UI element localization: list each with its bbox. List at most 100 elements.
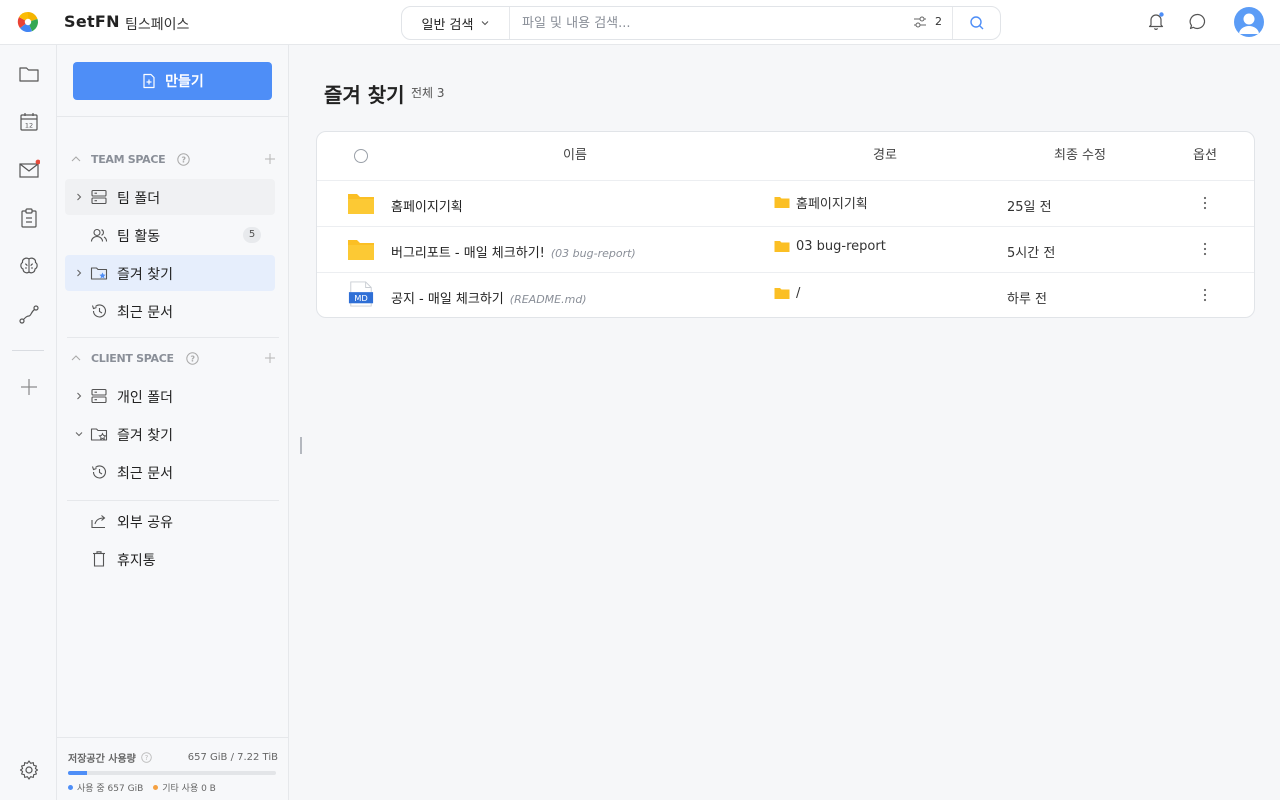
file-path[interactable]: / — [774, 286, 800, 301]
file-name[interactable]: 홈페이지기획 — [391, 196, 463, 215]
chevron-right-icon[interactable] — [75, 269, 83, 277]
calendar-icon[interactable]: 12 — [18, 111, 40, 133]
other-dot — [153, 785, 159, 790]
panel-resize-handle[interactable] — [300, 437, 302, 454]
help-icon[interactable]: ? — [177, 152, 191, 166]
svg-text:?: ? — [190, 354, 195, 363]
column-header-path[interactable]: 경로 — [873, 132, 897, 180]
sidebar-item-label: 팀 폴더 — [117, 191, 161, 207]
page-title: 즐겨 찾기 — [324, 83, 405, 107]
bell-icon[interactable] — [1146, 11, 1166, 31]
sidebar-item-external-share[interactable]: 외부 공유 — [65, 503, 275, 539]
chat-icon[interactable] — [1188, 12, 1208, 32]
sidebar: 만들기 TEAM SPACE ? 팀 폴더 팀 활동 5 즐겨 찾기 최근 문서… — [57, 45, 289, 800]
client-space-title: CLIENT SPACE — [91, 351, 174, 365]
divider — [67, 500, 279, 501]
chevron-right-icon[interactable] — [75, 193, 83, 201]
sidebar-item-client-favorites[interactable]: 즐겨 찾기 — [65, 416, 275, 452]
chevron-right-icon[interactable] — [75, 392, 83, 400]
file-path-text: 03 bug-report — [796, 239, 886, 254]
file-name-text: 홈페이지기획 — [391, 200, 463, 215]
folder-icon — [774, 241, 790, 252]
mail-icon[interactable] — [18, 159, 40, 181]
sidebar-item-team-activity[interactable]: 팀 활동 5 — [65, 217, 275, 253]
add-icon[interactable] — [18, 376, 40, 398]
column-header-name[interactable]: 이름 — [563, 132, 587, 180]
file-path[interactable]: 03 bug-report — [774, 239, 886, 254]
sidebar-item-favorites[interactable]: 즐겨 찾기 — [65, 255, 275, 291]
sidebar-item-trash[interactable]: 휴지통 — [65, 541, 275, 577]
sidebar-item-label: 개인 폴더 — [117, 390, 173, 406]
clipboard-icon[interactable] — [18, 207, 40, 229]
server-icon — [91, 388, 107, 404]
sidebar-item-team-folder[interactable]: 팀 폴더 — [65, 179, 275, 215]
team-space-header[interactable]: TEAM SPACE ? — [71, 149, 276, 169]
client-space-header[interactable]: CLIENT SPACE ? — [71, 348, 276, 368]
search-bar: 일반 검색 2 — [401, 6, 1001, 40]
filter-button[interactable]: 2 — [913, 15, 942, 28]
storage-legend: 사용 중 657 GiB 기타 사용 0 B — [68, 781, 216, 794]
sidebar-item-client-recent[interactable]: 최근 문서 — [65, 454, 275, 490]
chevron-up-icon[interactable] — [71, 353, 81, 363]
modified-time: 5시간 전 — [1007, 246, 1056, 261]
more-options-icon[interactable] — [1197, 241, 1213, 257]
help-icon[interactable]: ? — [141, 752, 152, 763]
sidebar-item-label: 즐겨 찾기 — [117, 267, 173, 283]
file-name[interactable]: 공지 - 매일 체크하기 (README.md) — [391, 288, 587, 307]
divider — [67, 337, 279, 338]
app-logo-icon[interactable] — [17, 11, 39, 33]
column-header-options: 옵션 — [1193, 148, 1217, 163]
storage-progress-fill — [68, 771, 87, 775]
svg-text:?: ? — [145, 754, 149, 762]
search-mode-label: 일반 검색 — [421, 17, 474, 33]
chevron-down-icon[interactable] — [75, 430, 83, 438]
search-input[interactable] — [522, 14, 902, 32]
favorites-table: 이름 경로 최종 수정 옵션 홈페이지기획 홈페이지기획 25일 전 버그리포트… — [316, 131, 1255, 318]
modified-time: 하루 전 — [1007, 292, 1048, 307]
count-badge: 5 — [243, 227, 261, 243]
column-header-modified[interactable]: 최종 수정 — [1054, 132, 1106, 180]
table-row[interactable]: MD 공지 - 매일 체크하기 (README.md) / 하루 전 — [317, 272, 1254, 317]
gear-icon[interactable] — [18, 759, 40, 781]
table-row[interactable]: 홈페이지기획 홈페이지기획 25일 전 — [317, 180, 1254, 226]
star-folder-icon — [90, 428, 108, 441]
more-options-icon[interactable] — [1197, 287, 1213, 303]
file-path[interactable]: 홈페이지기획 — [774, 193, 868, 212]
sidebar-item-personal-folder[interactable]: 개인 폴더 — [65, 378, 275, 414]
file-path-text: / — [796, 286, 801, 301]
folder-icon — [348, 194, 374, 214]
svg-text:MD: MD — [354, 293, 368, 303]
users-icon — [90, 228, 108, 242]
chevron-up-icon[interactable] — [71, 154, 81, 164]
create-button[interactable]: 만들기 — [73, 62, 272, 100]
user-avatar[interactable] — [1234, 7, 1264, 37]
add-icon[interactable] — [264, 153, 276, 165]
more-options-icon[interactable] — [1197, 195, 1213, 211]
team-space-title: TEAM SPACE — [91, 152, 166, 166]
search-button[interactable] — [952, 7, 1000, 39]
search-mode-select[interactable]: 일반 검색 — [402, 7, 510, 39]
sidebar-item-label: 최근 문서 — [117, 305, 173, 321]
sliders-icon — [914, 16, 926, 27]
file-name-text: 공지 - 매일 체크하기 — [391, 292, 504, 307]
top-header: SetFN 팀스페이스 일반 검색 2 — [0, 0, 1280, 45]
file-name[interactable]: 버그리포트 - 매일 체크하기! (03 bug-report) — [391, 242, 636, 261]
user-icon — [1239, 13, 1259, 34]
add-icon[interactable] — [264, 352, 276, 364]
sidebar-item-label: 팀 활동 — [117, 229, 161, 245]
divider — [57, 116, 289, 117]
file-name-text: 버그리포트 - 매일 체크하기! — [391, 246, 545, 261]
storage-usage: 저장공간 사용량 ? 657 GiB / 7.22 TiB 사용 중 657 G… — [57, 737, 289, 800]
folder-icon — [348, 240, 374, 260]
table-row[interactable]: 버그리포트 - 매일 체크하기! (03 bug-report) 03 bug-r… — [317, 226, 1254, 272]
help-icon[interactable]: ? — [186, 351, 199, 365]
select-all-checkbox[interactable] — [354, 149, 368, 163]
used-label: 사용 중 657 GiB — [77, 784, 144, 794]
route-icon[interactable] — [18, 303, 40, 325]
rail-divider — [12, 350, 44, 351]
svg-text:?: ? — [182, 155, 187, 164]
workspace-name: 팀스페이스 — [125, 17, 190, 33]
folder-nav-icon[interactable] — [18, 63, 40, 85]
sidebar-item-recent[interactable]: 최근 문서 — [65, 293, 275, 329]
brain-icon[interactable] — [18, 255, 40, 277]
